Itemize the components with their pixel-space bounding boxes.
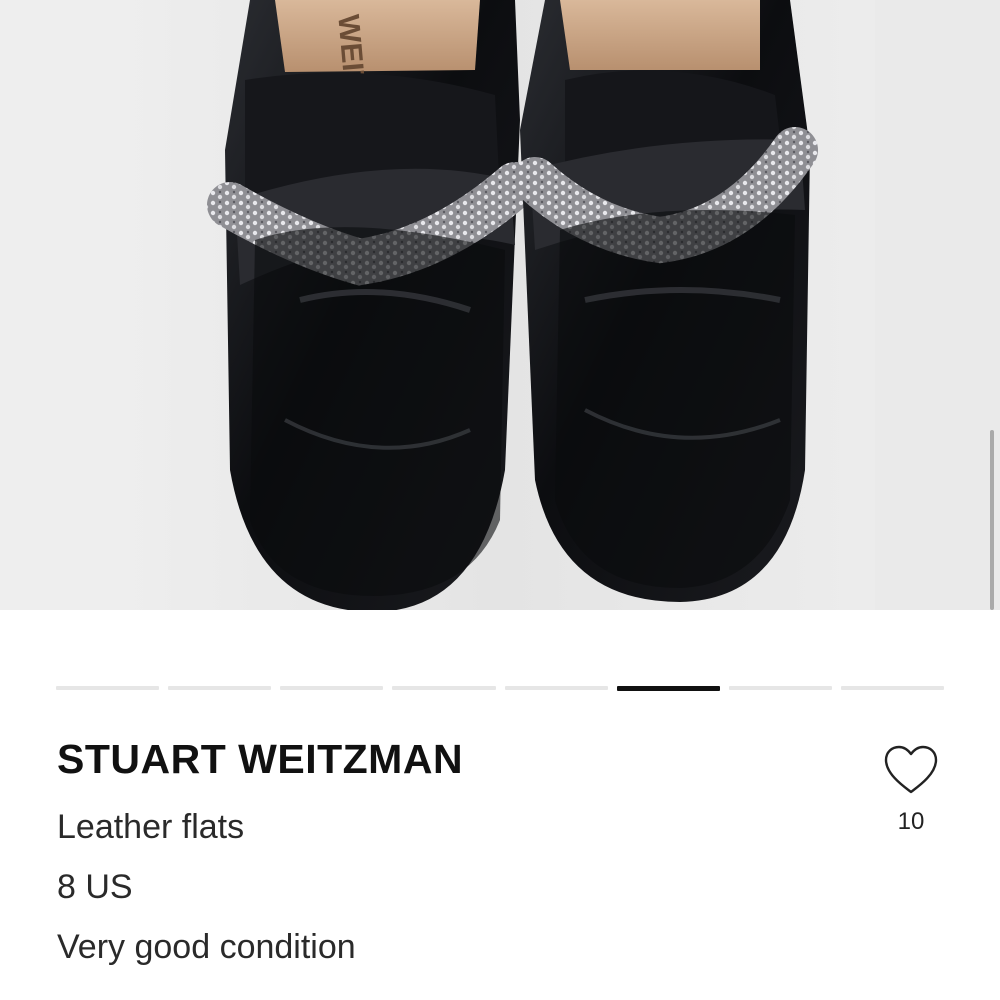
like-button[interactable]: 10 [872, 740, 950, 850]
pager-segment-8[interactable] [840, 686, 944, 690]
pager-segment-2[interactable] [168, 686, 272, 690]
listing-page: WEITZMAN STUART WEI [0, 0, 1000, 1000]
pager-segment-4[interactable] [392, 686, 496, 690]
item-size: 8 US [57, 868, 133, 906]
pager-segment-5[interactable] [504, 686, 608, 690]
brand-name[interactable]: STUART WEITZMAN [57, 736, 463, 783]
pager-segment-6[interactable] [616, 686, 720, 691]
pager-segment-3[interactable] [280, 686, 384, 690]
scroll-indicator[interactable] [990, 430, 994, 610]
image-carousel-pager [56, 686, 944, 691]
item-condition: Very good condition [57, 928, 356, 966]
pager-segment-1[interactable] [56, 686, 160, 690]
heart-outline-icon [884, 745, 938, 794]
right-loafer [512, 0, 818, 602]
item-title: Leather flats [57, 808, 245, 846]
like-count: 10 [897, 808, 925, 835]
left-loafer: WEITZMAN [207, 0, 538, 610]
loafers-image: WEITZMAN [0, 0, 1000, 610]
pager-segment-7[interactable] [728, 686, 832, 690]
product-photo[interactable]: WEITZMAN [0, 0, 1000, 610]
